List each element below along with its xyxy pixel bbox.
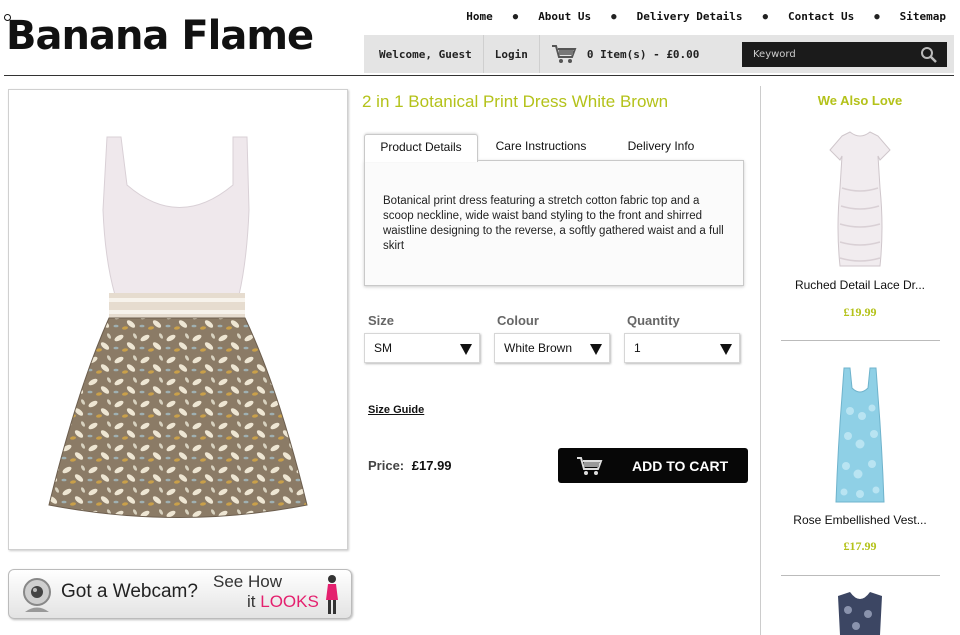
price-value: £17.99: [411, 458, 452, 473]
cart-summary: 0 Item(s) - £0.00: [586, 47, 700, 61]
size-guide-link[interactable]: Size Guide: [368, 404, 424, 416]
webcam-it: it: [247, 592, 256, 611]
nav-separator: ●: [874, 11, 880, 22]
webcam-prompt: Got a Webcam?: [61, 581, 198, 602]
recommended-item-name: Ruched Detail Lace Dr...: [794, 278, 926, 292]
nav-separator: ●: [512, 11, 519, 22]
cart-icon: [551, 45, 577, 63]
we-also-love-heading: We Also Love: [817, 93, 903, 108]
quantity-label: Quantity: [627, 313, 680, 328]
nav-separator: ●: [762, 11, 768, 22]
lace-dress-image: [829, 131, 891, 267]
cart-icon: [577, 457, 603, 475]
chevron-down-icon: [460, 344, 472, 355]
recommended-item[interactable]: Ruched Detail Lace Dr... £19.99: [780, 128, 940, 323]
user-bar: Welcome, Guest Login 0 Item(s) - £0.00: [364, 35, 954, 73]
price-label: Price:: [368, 458, 405, 473]
nav-separator: ●: [611, 11, 617, 22]
search-icon[interactable]: [917, 45, 941, 65]
logo-text: Banana Flame: [6, 13, 314, 59]
recommended-item-price: £17.99: [843, 539, 877, 553]
dress-image: [48, 136, 308, 518]
nav-home[interactable]: Home: [466, 10, 493, 23]
size-select[interactable]: SM: [364, 333, 480, 363]
sidebar-item-separator: [781, 575, 940, 576]
chevron-down-icon: [720, 344, 732, 355]
login-link[interactable]: Login: [484, 35, 540, 73]
sidebar-item-separator: [781, 340, 940, 341]
webcam-see-how: See How: [213, 572, 282, 591]
nav-contact-us[interactable]: Contact Us: [788, 10, 854, 23]
quantity-value: 1: [634, 341, 641, 355]
tab-care-instructions[interactable]: Care Instructions: [478, 134, 604, 162]
search-input[interactable]: [742, 42, 917, 67]
size-label: Size: [368, 313, 395, 328]
size-value: SM: [374, 341, 392, 355]
product-title: 2 in 1 Botanical Print Dress White Brown: [362, 92, 669, 111]
webcam-try-on-banner[interactable]: Got a Webcam? See How it LOOKS: [8, 569, 352, 619]
recommended-item[interactable]: [780, 592, 940, 635]
nav-about-us[interactable]: About Us: [538, 10, 591, 23]
woman-figure-icon: [326, 575, 338, 614]
chevron-down-icon: [590, 344, 602, 355]
tab-product-details[interactable]: Product Details: [364, 134, 478, 162]
top-navigation: Home ● About Us ● Delivery Details ● Con…: [466, 10, 946, 23]
recommended-item-name: Rose Embellished Vest...: [793, 513, 927, 527]
search-box: [742, 42, 947, 67]
welcome-text: Welcome, Guest: [364, 35, 484, 73]
webcam-icon: [23, 578, 51, 612]
colour-value: White Brown: [504, 341, 573, 355]
nav-sitemap[interactable]: Sitemap: [900, 10, 946, 23]
price-block: Price: £17.99: [368, 458, 452, 473]
quantity-select[interactable]: 1: [624, 333, 740, 363]
product-image[interactable]: [8, 89, 348, 550]
colour-label: Colour: [497, 313, 539, 328]
floral-top-image: [838, 592, 882, 635]
add-to-cart-label: ADD TO CART: [632, 458, 729, 474]
colour-select[interactable]: White Brown: [494, 333, 610, 363]
add-to-cart-button[interactable]: ADD TO CART: [558, 448, 748, 483]
tab-delivery-info[interactable]: Delivery Info: [604, 134, 718, 162]
webcam-it-looks: it LOOKS: [247, 592, 319, 612]
recommended-item[interactable]: Rose Embellished Vest... £17.99: [780, 366, 940, 561]
header-divider: [4, 75, 954, 76]
sidebar-divider: [760, 86, 761, 635]
product-tabs: Product Details Care Instructions Delive…: [364, 134, 744, 162]
recommended-item-price: £19.99: [843, 305, 877, 319]
logo-ring-icon: [4, 14, 11, 21]
rose-vest-dress-image: [835, 367, 885, 503]
mini-cart[interactable]: 0 Item(s) - £0.00: [540, 35, 711, 73]
product-description: Botanical print dress featuring a stretc…: [364, 160, 744, 286]
brand-logo[interactable]: Banana Flame: [4, 12, 319, 60]
nav-delivery-details[interactable]: Delivery Details: [637, 10, 743, 23]
webcam-looks: LOOKS: [260, 592, 319, 611]
